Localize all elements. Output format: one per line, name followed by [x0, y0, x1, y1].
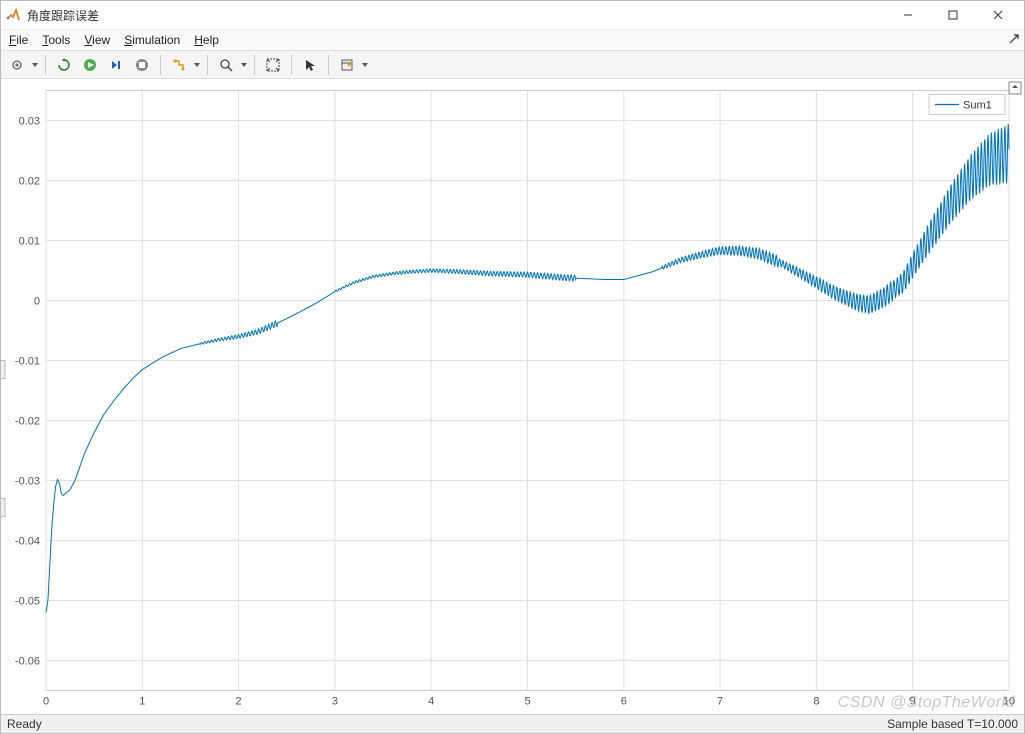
menu-help[interactable]: Help [194, 33, 219, 47]
menu-simulation[interactable]: Simulation [124, 33, 180, 47]
fit-button[interactable] [261, 54, 285, 76]
svg-text:2: 2 [236, 695, 242, 707]
edit-button[interactable] [335, 54, 359, 76]
window-controls [885, 1, 1020, 29]
svg-text:8: 8 [813, 695, 819, 707]
toolbar [1, 51, 1024, 78]
dropdown-icon[interactable] [31, 63, 39, 67]
settings-button[interactable] [5, 54, 29, 76]
undock-icon[interactable] [1008, 33, 1020, 48]
chart-svg[interactable]: 0 1 2 3 4 5 6 7 8 9 10 -0.06 -0.05 -0.04 -0.03 -0.02 -0.… [1, 79, 1024, 714]
dropdown-icon[interactable] [193, 63, 201, 67]
restart-button[interactable] [52, 54, 76, 76]
close-button[interactable] [975, 1, 1020, 29]
svg-text:1: 1 [139, 695, 145, 707]
svg-text:0: 0 [43, 695, 49, 707]
svg-text:5: 5 [524, 695, 530, 707]
maximize-button[interactable] [930, 1, 975, 29]
svg-text:-0.02: -0.02 [15, 415, 40, 427]
expand-icon[interactable] [1008, 81, 1022, 98]
svg-text:0.01: 0.01 [19, 235, 40, 247]
dropdown-icon[interactable] [361, 63, 369, 67]
dropdown-icon[interactable] [240, 63, 248, 67]
svg-text:-0.04: -0.04 [15, 535, 40, 547]
run-button[interactable] [78, 54, 102, 76]
svg-text:-0.03: -0.03 [15, 475, 40, 487]
status-sample: Sample based T=10.000 [887, 717, 1018, 731]
window-title: 角度跟踪误差 [27, 7, 885, 24]
menu-file[interactable]: File [9, 33, 28, 47]
svg-text:-0.06: -0.06 [15, 655, 40, 667]
menu-tools[interactable]: Tools [42, 33, 70, 47]
app-window: 角度跟踪误差 File Tools View Simulation Help [0, 0, 1025, 734]
minimize-button[interactable] [885, 1, 930, 29]
svg-text:3: 3 [332, 695, 338, 707]
stop-button[interactable] [130, 54, 154, 76]
titlebar: 角度跟踪误差 [1, 1, 1024, 30]
step-button[interactable] [104, 54, 128, 76]
svg-text:-0.05: -0.05 [15, 595, 40, 607]
chart-area[interactable]: 0 1 2 3 4 5 6 7 8 9 10 -0.06 -0.05 -0.04 -0.03 -0.02 -0.… [1, 79, 1024, 714]
svg-text:Sum1: Sum1 [963, 99, 992, 111]
highlight-button[interactable] [167, 54, 191, 76]
svg-text:0.03: 0.03 [19, 115, 40, 127]
statusbar: Ready Sample based T=10.000 [1, 714, 1024, 733]
menubar: File Tools View Simulation Help [1, 30, 1024, 51]
svg-text:0.02: 0.02 [19, 175, 40, 187]
status-ready: Ready [7, 717, 42, 731]
zoom-button[interactable] [214, 54, 238, 76]
svg-text:9: 9 [910, 695, 916, 707]
svg-text:7: 7 [717, 695, 723, 707]
svg-text:10: 10 [1003, 695, 1015, 707]
matlab-icon [5, 7, 21, 23]
svg-text:6: 6 [621, 695, 627, 707]
svg-text:4: 4 [428, 695, 434, 707]
cursor-button[interactable] [298, 54, 322, 76]
svg-text:0: 0 [34, 295, 40, 307]
svg-text:-0.01: -0.01 [15, 355, 40, 367]
menu-view[interactable]: View [84, 33, 110, 47]
